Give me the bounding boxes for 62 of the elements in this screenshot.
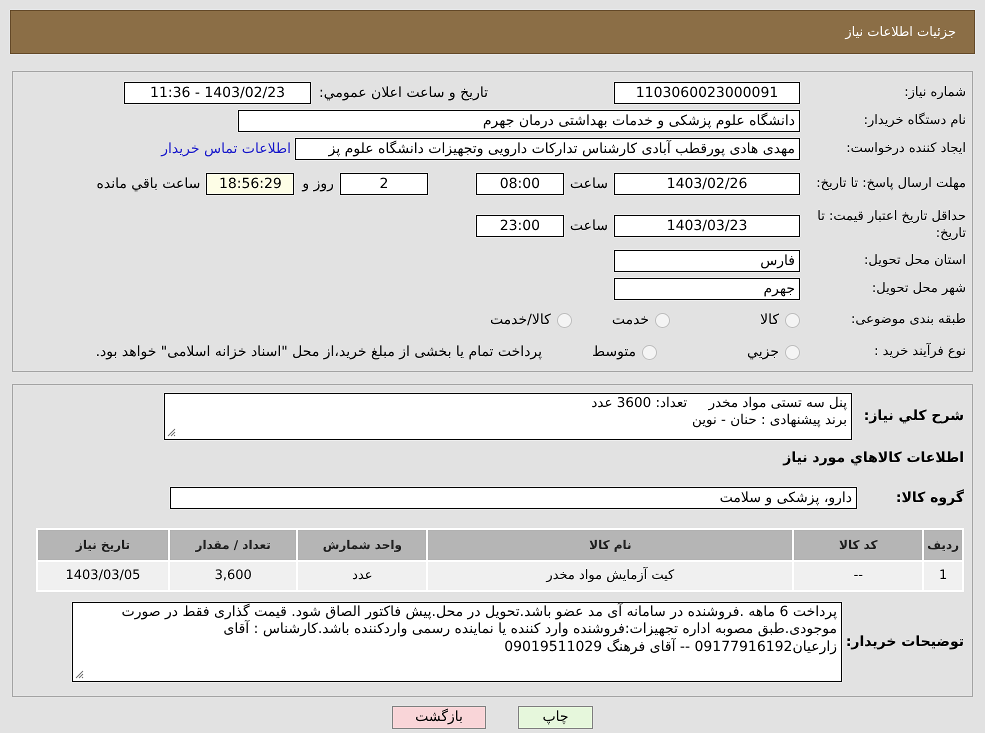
section-heading: اطلاعات کالاهاي مورد نیاز — [782, 448, 965, 467]
field-label: ایجاد کننده درخواست: — [845, 140, 967, 158]
radio-button[interactable] — [785, 344, 800, 360]
column-header: تعداد / مقدار — [168, 528, 298, 561]
time-field: 08:00 — [476, 173, 564, 195]
column-header: کد کالا — [793, 528, 924, 561]
radio-label: کالا — [760, 312, 779, 328]
column-header: واحد شمارش — [297, 528, 428, 561]
field-label: استان محل تحویل: — [863, 252, 967, 270]
city-field: جهرم — [614, 278, 800, 300]
radio-button[interactable] — [655, 312, 670, 328]
radio-button[interactable] — [642, 344, 658, 360]
page-title: جزئیات اطلاعات نیاز — [845, 24, 956, 40]
radio-label: کالا/خدمت — [490, 312, 551, 328]
back-button[interactable]: بازگشت — [392, 706, 486, 729]
field-label: شهر محل تحویل: — [870, 280, 967, 298]
field-label: نام دستگاه خریدار: — [862, 112, 967, 130]
field-label: طبقه بندی موضوعی: — [850, 312, 967, 328]
resize-grip-icon — [167, 428, 176, 437]
table-cell: 1403/03/05 — [37, 560, 169, 591]
table-cell: عدد — [297, 560, 428, 591]
field-label: ساعت — [570, 176, 608, 192]
announce-date-field: 1403/02/23 - 11:36 — [124, 82, 312, 104]
column-header: تاریخ نیاز — [37, 528, 169, 561]
table-cell: 3,600 — [168, 560, 298, 591]
field-label: توضیحات خریدار: — [844, 632, 965, 651]
date-field: 1403/03/23 — [614, 215, 800, 237]
radio-label: خدمت — [612, 312, 650, 328]
field-label: تاریخ و ساعت اعلان عمومي: — [319, 85, 488, 101]
description-field: پنل سه تستی مواد مخدر تعداد: 3600 عدد برند پیشنهادی : حنان - نوین — [164, 393, 852, 440]
field-label: حداقل تاریخ اعتبار قیمت: تا تاریخ: — [816, 209, 967, 243]
resize-grip-icon — [75, 670, 84, 679]
field-label: روز و — [302, 176, 334, 192]
need-number-field: 1103060023000091 — [614, 82, 800, 104]
column-header: نام کالا — [427, 528, 794, 561]
contact-link[interactable]: اطلاعات تماس خریدار — [161, 141, 291, 157]
table-cell: -- — [793, 560, 924, 591]
table-cell: 1 — [923, 560, 963, 591]
print-button[interactable]: چاپ — [518, 706, 593, 729]
date-field: 1403/02/26 — [614, 173, 800, 195]
radio-label: جزيي — [747, 344, 779, 360]
radio-button[interactable] — [556, 312, 572, 328]
time-field: 23:00 — [476, 215, 564, 237]
remaining-time-field: 18:56:29 — [206, 173, 294, 195]
radio-button[interactable] — [785, 312, 800, 328]
note-text: پرداخت تمام یا بخشی از مبلغ خرید،از محل "اسناد خزانه اسلامی" خواهد بود. — [96, 344, 542, 360]
province-field: فارس — [614, 250, 800, 272]
field-label: شماره نیاز: — [903, 84, 967, 102]
buyer-field: دانشگاه علوم پزشکی و خدمات بهداشتی درمان جهرم — [238, 110, 800, 132]
buyer-notes-field: پرداخت 6 ماهه .فروشنده در سامانه آی مد عضو باشد.تحویل در محل.پیش فاکتور الصاق شود. قیمت گذاری فقط در صورت موجودی.طبق مصوبه اداره تجهیزات:فروشنده وارد کننده یا نماینده رسمی واردکننده باشد.کارشناس : آقای زارعیان09177916192 -- آقای فرهنگ 09019511029 — [72, 602, 842, 682]
field-label: ساعت — [570, 218, 608, 234]
days-field: 2 — [340, 173, 428, 195]
field-label: گروه کالا: — [894, 488, 965, 507]
column-header: ردیف — [923, 528, 963, 561]
field-label: مهلت ارسال پاسخ: تا تاریخ: — [815, 176, 967, 192]
field-label: شرح کلي نیاز: — [862, 407, 965, 426]
creator-field: مهدی هادی پورقطب آبادی کارشناس تدارکات دارویی وتجهیزات دانشگاه علوم پز — [295, 138, 800, 160]
goods-group-field: دارو، پزشکی و سلامت — [170, 486, 857, 509]
field-label: نوع فرآیند خرید : — [873, 344, 967, 360]
table-cell: کیت آزمایش مواد مخدر — [427, 560, 794, 591]
radio-label: متوسط — [592, 344, 636, 360]
field-label: ساعت باقي مانده — [96, 176, 200, 192]
